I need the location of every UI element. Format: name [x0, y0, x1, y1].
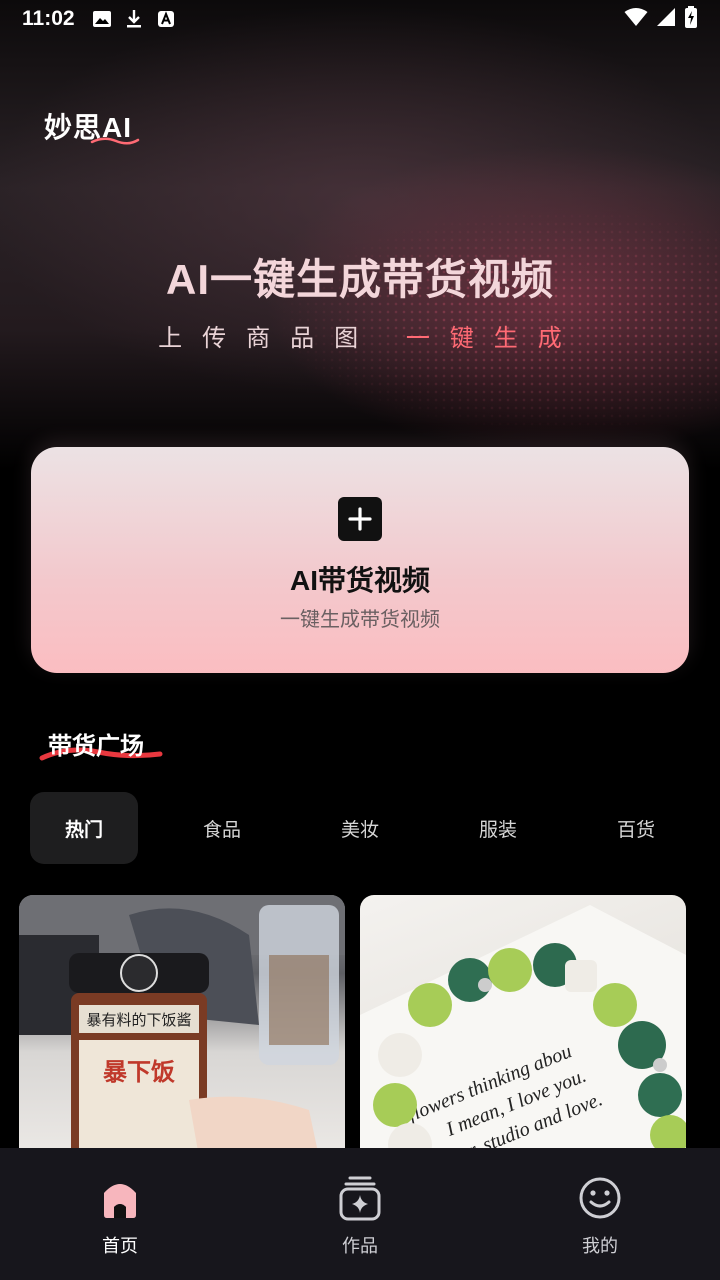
- product-card[interactable]: flowers thinking abou I mean, I love you…: [360, 895, 686, 1157]
- hero-subtitle-part1: 上传商品图: [158, 324, 379, 352]
- nav-profile-label: 我的: [582, 1236, 618, 1257]
- tab-hot[interactable]: 热门: [30, 792, 138, 864]
- image-notification-icon: [91, 8, 113, 30]
- create-card-subtitle: 一键生成带货视频: [280, 607, 440, 631]
- nav-profile[interactable]: 我的: [480, 1148, 720, 1280]
- profile-smile-icon: [578, 1176, 622, 1220]
- battery-charging-icon: [684, 6, 698, 32]
- bottom-nav: 首页 作品 我的: [0, 1148, 720, 1280]
- status-time: 11:02: [22, 7, 75, 30]
- home-icon: [98, 1176, 142, 1220]
- nav-works-label: 作品: [342, 1236, 378, 1257]
- nav-home[interactable]: 首页: [0, 1148, 240, 1280]
- jar-label-text: 暴有料的下饭酱: [86, 1011, 191, 1029]
- download-notification-icon: [123, 8, 145, 30]
- wifi-icon: [624, 7, 648, 31]
- signal-icon: [656, 7, 676, 31]
- status-bar: 11:02: [0, 0, 720, 38]
- works-icon: [338, 1176, 382, 1221]
- hero-subtitle-part2: 一键生成: [405, 324, 582, 352]
- hero-subtitle: 上传商品图 一键生成: [0, 318, 720, 353]
- product-image-bracelet: flowers thinking abou I mean, I love you…: [360, 905, 686, 1157]
- tab-beauty[interactable]: 美妆: [306, 792, 414, 864]
- hero-title: AI一键生成带货视频: [165, 256, 554, 303]
- tab-clothing[interactable]: 服装: [444, 792, 552, 864]
- status-right-icons: [624, 6, 698, 32]
- jar-brand-text: 暴下饭: [103, 1058, 175, 1086]
- plaza-section-title: 带货广场: [48, 732, 144, 760]
- nav-home-label: 首页: [102, 1236, 138, 1257]
- category-tabs: 热门 食品 美妆 服装 百货: [30, 792, 720, 864]
- app-notification-icon: [155, 8, 177, 30]
- hero-banner: [0, 0, 720, 470]
- hero-dot-pattern: [0, 180, 720, 440]
- tab-general-goods[interactable]: 百货: [582, 792, 690, 864]
- logo-swoosh-decoration: [90, 137, 140, 145]
- plus-icon: [338, 497, 382, 541]
- product-card[interactable]: 暴有料的下饭酱 暴下饭: [19, 895, 345, 1157]
- create-video-card[interactable]: AI带货视频 一键生成带货视频: [31, 447, 689, 673]
- nav-works[interactable]: 作品: [240, 1148, 480, 1280]
- create-card-title: AI带货视频: [289, 565, 430, 596]
- product-image-sauce-jar: 暴有料的下饭酱 暴下饭: [19, 895, 345, 1157]
- tab-food[interactable]: 食品: [168, 792, 276, 864]
